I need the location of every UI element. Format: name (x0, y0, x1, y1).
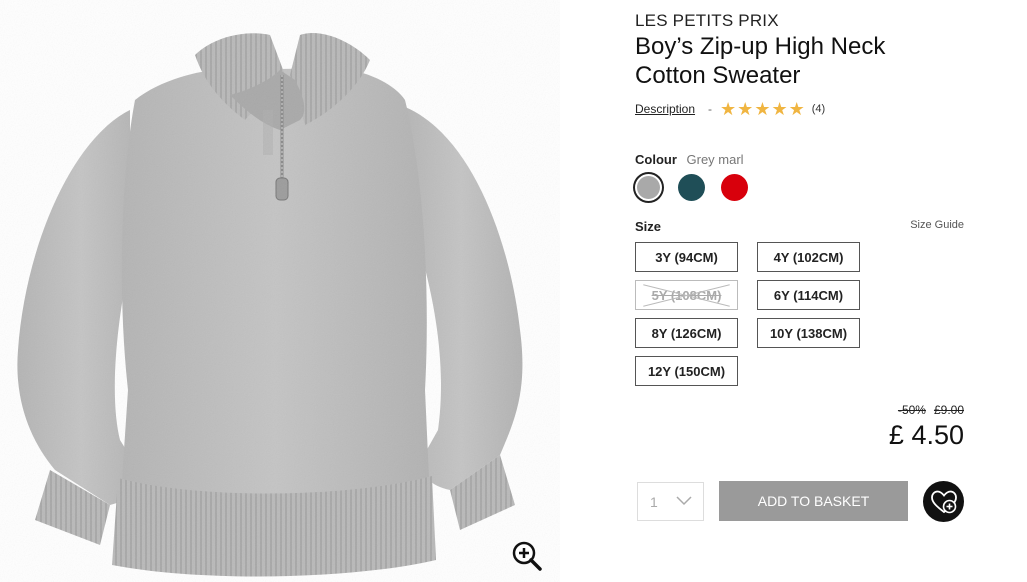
size-option[interactable]: 6Y (114CM) (757, 280, 860, 310)
current-price: £ 4.50 (888, 420, 964, 450)
size-option[interactable]: 8Y (126CM) (635, 318, 738, 348)
add-to-basket-button[interactable]: ADD TO BASKET (719, 481, 908, 521)
price-block: -50% £9.00 £ 4.50 (889, 403, 964, 451)
size-options: 3Y (94CM) 4Y (102CM) 5Y (108CM) 6Y (114C… (635, 242, 860, 386)
star-icon: ★ (788, 99, 805, 119)
star-icon: ★ (771, 99, 788, 119)
zoom-in-icon[interactable] (511, 540, 543, 572)
size-guide-link[interactable]: Size Guide (910, 219, 964, 231)
size-option[interactable]: 12Y (150CM) (635, 356, 738, 386)
colour-selected-value: Grey marl (686, 152, 744, 167)
star-icon: ★ (737, 99, 754, 119)
rating-stars[interactable]: ★ ★ ★ ★ ★ (720, 100, 805, 118)
size-label: Size (635, 219, 662, 234)
product-title: Boy’s Zip-up High Neck Cotton Sweater (635, 33, 886, 89)
star-icon: ★ (720, 99, 737, 119)
swatch-red[interactable] (721, 174, 748, 201)
colour-row: Colour Grey marl (635, 152, 744, 167)
quantity-select[interactable]: 1 (637, 482, 704, 521)
chevron-down-icon (676, 496, 692, 506)
wishlist-button[interactable] (923, 481, 964, 522)
review-count[interactable]: (4) (812, 103, 825, 115)
product-image-panel (0, 0, 560, 582)
quantity-value: 1 (650, 493, 658, 510)
product-details: LES PETITS PRIX Boy’s Zip-up High Neck C… (635, 0, 965, 582)
swatch-grey[interactable] (637, 176, 660, 199)
colour-swatches (635, 174, 748, 201)
star-icon: ★ (754, 99, 771, 119)
rating-row: Description - ★ ★ ★ ★ ★ (4) (635, 99, 825, 119)
discount-line: -50% £9.00 (889, 403, 964, 417)
separator: - (708, 102, 713, 116)
description-link[interactable]: Description (635, 102, 695, 116)
swatch-teal[interactable] (678, 174, 705, 201)
colour-label: Colour (635, 152, 677, 167)
size-option-unavailable: 5Y (108CM) (635, 280, 738, 310)
size-option[interactable]: 4Y (102CM) (757, 242, 860, 272)
size-option[interactable]: 3Y (94CM) (635, 242, 738, 272)
discount-percent: -50% (897, 403, 926, 417)
brand-name: LES PETITS PRIX (635, 11, 779, 30)
heart-plus-icon (930, 490, 957, 513)
size-option[interactable]: 10Y (138CM) (757, 318, 860, 348)
product-image[interactable] (0, 0, 560, 582)
old-price: £9.00 (933, 403, 964, 417)
